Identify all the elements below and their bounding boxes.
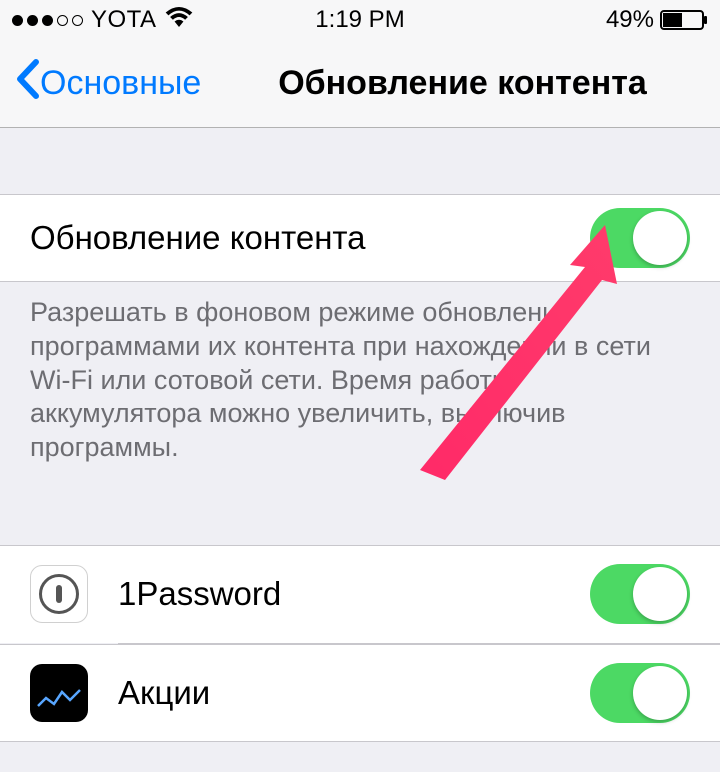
app-toggle-1password[interactable] xyxy=(590,564,690,624)
signal-strength-icon xyxy=(12,15,83,26)
app-row-stocks: Акции xyxy=(0,644,720,742)
section-footer-text: Разрешать в фоновом режиме обновление пр… xyxy=(0,282,720,489)
app-icon-1password xyxy=(30,565,88,623)
navigation-bar: Основные Обновление контента xyxy=(0,40,720,128)
background-refresh-toggle[interactable] xyxy=(590,208,690,268)
app-row-1password: 1Password xyxy=(0,545,720,643)
wifi-icon xyxy=(165,6,193,34)
status-bar: YOTA 1:19 PM 49% xyxy=(0,0,720,40)
app-label: 1Password xyxy=(118,575,590,613)
app-list: 1Password Акции xyxy=(0,545,720,742)
back-label: Основные xyxy=(40,64,201,103)
back-button[interactable]: Основные xyxy=(14,58,201,109)
chevron-left-icon xyxy=(14,58,40,109)
app-label: Акции xyxy=(118,674,590,712)
clock: 1:19 PM xyxy=(315,6,404,34)
battery-percent: 49% xyxy=(606,6,654,34)
app-toggle-stocks[interactable] xyxy=(590,663,690,723)
app-icon-stocks xyxy=(30,664,88,722)
background-refresh-master-cell: Обновление контента xyxy=(0,194,720,282)
status-left: YOTA xyxy=(12,6,193,34)
battery-icon xyxy=(660,10,708,30)
carrier-label: YOTA xyxy=(91,6,157,34)
background-refresh-label: Обновление контента xyxy=(30,219,590,257)
status-right: 49% xyxy=(606,6,708,34)
